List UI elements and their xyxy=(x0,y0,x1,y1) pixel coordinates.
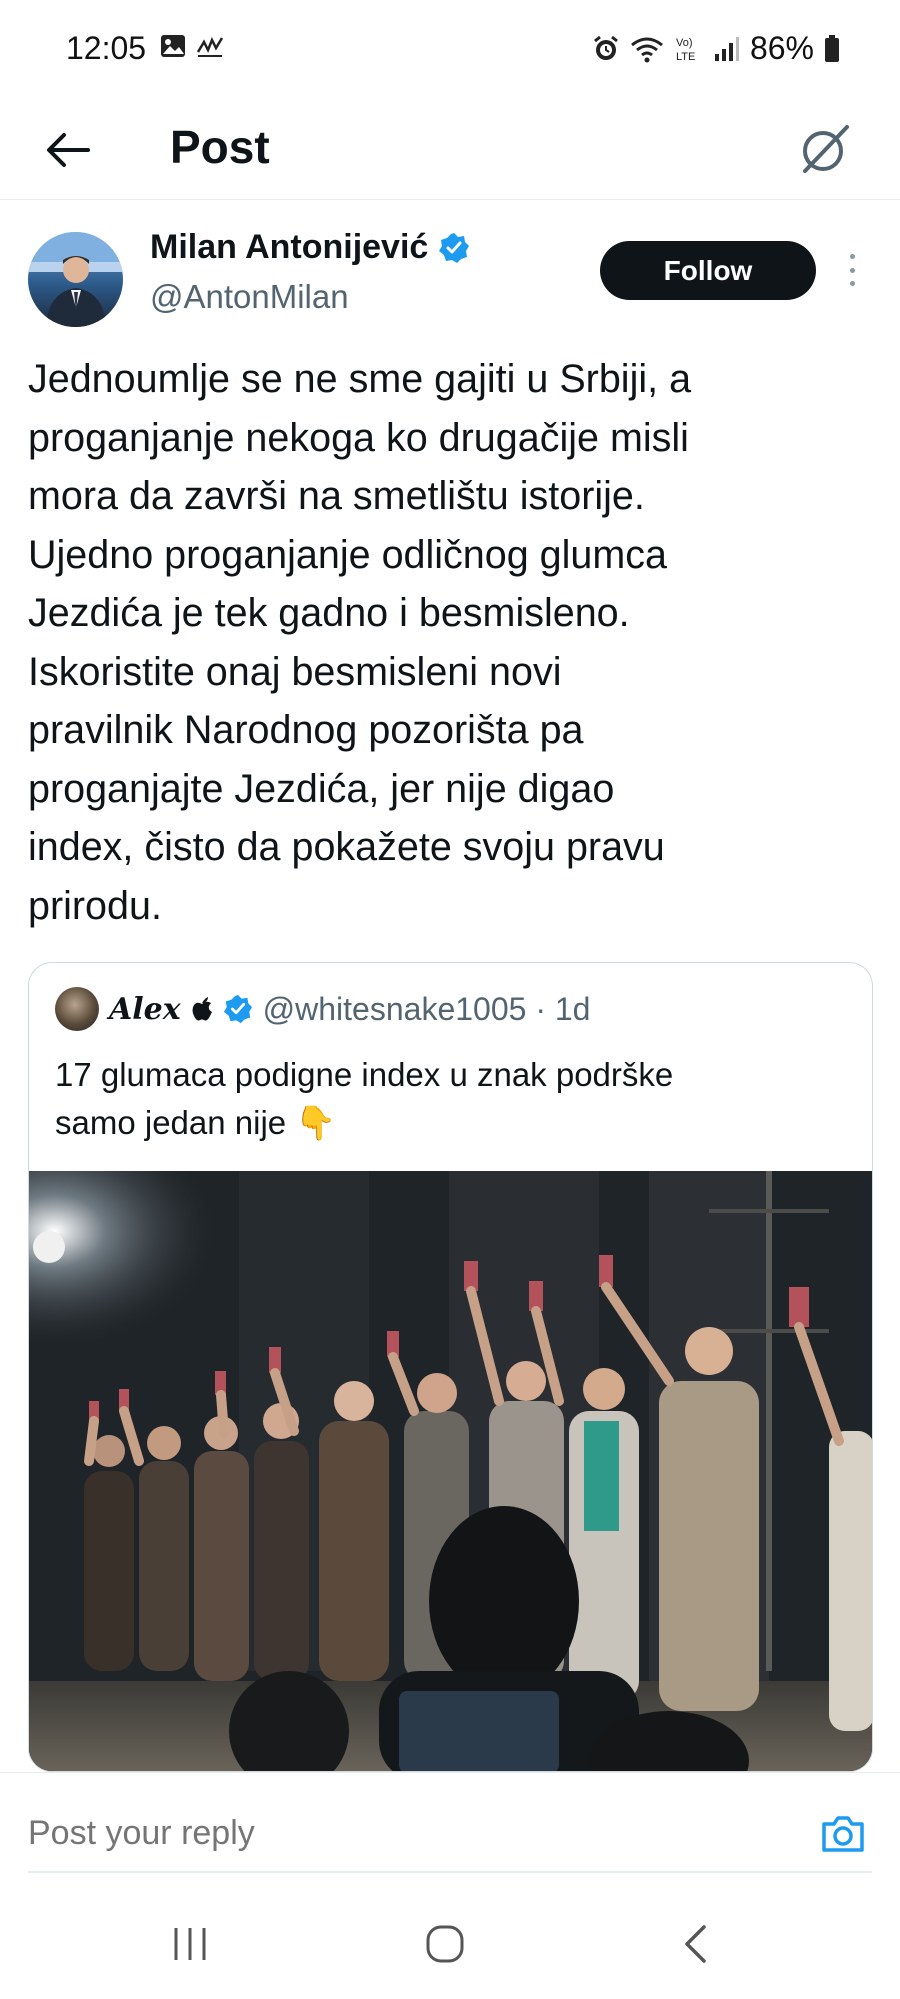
quoted-post-card[interactable]: Alex @whitesnake1005 · 1d 17 glumaca pod… xyxy=(28,962,873,1772)
battery-icon xyxy=(825,34,839,62)
arrow-left-icon xyxy=(47,133,90,167)
camera-icon xyxy=(822,1816,864,1852)
top-app-bar: Post xyxy=(0,100,900,200)
tweet-text: Jednoumlje se ne sme gajiti u Srbiji, a … xyxy=(28,357,692,928)
grok-icon xyxy=(803,125,849,173)
camera-button[interactable] xyxy=(818,1809,868,1859)
quoted-post-header: Alex @whitesnake1005 · 1d xyxy=(55,987,590,1031)
author-avatar[interactable] xyxy=(28,232,123,327)
reply-composer xyxy=(0,1772,900,1892)
more-dot-icon xyxy=(849,267,855,273)
status-time: 12:05 xyxy=(66,30,147,66)
gallery-icon xyxy=(161,35,185,57)
verified-badge-icon xyxy=(439,232,470,263)
home-button[interactable] xyxy=(405,1912,485,1976)
status-right-group: Vo) LTE 86% xyxy=(592,30,840,67)
apple-icon xyxy=(192,997,212,1021)
verified-badge-icon xyxy=(223,994,252,1024)
svg-text:Vo): Vo) xyxy=(676,37,693,49)
signal-icon xyxy=(714,36,739,61)
recent-apps-icon xyxy=(174,1928,206,1960)
svg-text:LTE: LTE xyxy=(676,51,695,63)
volte-icon: Vo) LTE xyxy=(676,37,695,63)
reply-divider xyxy=(28,1871,872,1873)
follow-button[interactable]: Follow xyxy=(600,241,816,300)
reply-input[interactable] xyxy=(28,1803,788,1863)
recent-apps-button[interactable] xyxy=(150,1912,230,1976)
quoted-author-name: Alex xyxy=(109,991,181,1027)
page-title: Post xyxy=(170,121,270,173)
system-back-button[interactable] xyxy=(655,1912,735,1976)
back-button[interactable] xyxy=(40,122,96,178)
activity-icon xyxy=(196,36,224,57)
more-dot-icon xyxy=(849,254,855,259)
home-icon xyxy=(426,1925,464,1963)
author-name[interactable]: Milan Antonijević xyxy=(150,228,470,267)
more-options-button[interactable] xyxy=(842,248,862,292)
quoted-post-text: 17 glumaca podigne index u znak podrške … xyxy=(55,1056,674,1141)
back-icon xyxy=(685,1925,706,1963)
author-name-text: Milan Antonijević xyxy=(150,228,429,266)
author-handle[interactable]: @AntonMilan xyxy=(150,278,349,316)
alarm-icon xyxy=(594,35,618,60)
quoted-author-avatar xyxy=(55,987,99,1031)
grok-button[interactable] xyxy=(790,114,860,184)
status-bar: 12:05 Vo) LTE 86% xyxy=(0,0,900,100)
status-notification-icons xyxy=(160,34,224,58)
system-navigation-bar xyxy=(0,1892,900,1999)
quoted-handle-meta: @whitesnake1005 · 1d xyxy=(262,990,591,1027)
wifi-icon xyxy=(631,37,663,62)
quoted-video-thumbnail[interactable] xyxy=(29,1171,872,1771)
more-dot-icon xyxy=(849,281,855,286)
battery-percent: 86% xyxy=(749,30,814,66)
